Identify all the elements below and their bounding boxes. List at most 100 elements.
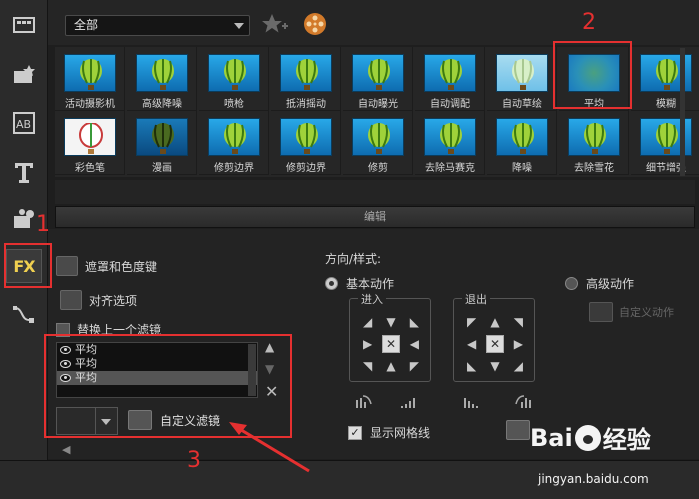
instant-project-icon[interactable] bbox=[6, 58, 42, 92]
filter-thumbnail bbox=[136, 54, 188, 92]
filter-tile[interactable]: 细节增强 bbox=[631, 111, 699, 175]
transition-icon[interactable]: AB bbox=[6, 106, 42, 140]
filter-list-scrollbar[interactable] bbox=[248, 344, 256, 396]
add-to-favorites-icon[interactable] bbox=[261, 12, 289, 38]
replace-checkbox[interactable] bbox=[56, 322, 70, 337]
filter-tile[interactable]: 去除雪花 bbox=[559, 111, 629, 175]
library-scrollbar[interactable] bbox=[680, 48, 685, 176]
filter-tile[interactable]: 去除马赛克 bbox=[415, 111, 485, 175]
eye-icon[interactable] bbox=[60, 360, 71, 368]
custom-motion-button[interactable]: 自定义动作 bbox=[589, 302, 674, 322]
filter-tile[interactable]: 修剪 bbox=[343, 111, 413, 175]
filter-tile[interactable]: 喷枪 bbox=[199, 47, 269, 111]
arrow-down-icon[interactable]: ▼ bbox=[384, 315, 398, 329]
filter-tile[interactable]: 修剪边界 bbox=[271, 111, 341, 175]
filter-tile[interactable]: 抵消摇动 bbox=[271, 47, 341, 111]
arrow-up-right-icon[interactable]: ◥ bbox=[511, 315, 525, 329]
filter-tile[interactable]: 活动摄影机 bbox=[55, 47, 125, 111]
path-icon[interactable] bbox=[6, 298, 42, 332]
arrow-right-icon[interactable]: ▶ bbox=[511, 337, 525, 351]
eye-icon[interactable] bbox=[60, 346, 71, 354]
scroll-left-icon[interactable]: ◀ bbox=[62, 443, 70, 456]
eye-icon[interactable] bbox=[60, 374, 71, 382]
exit-direction-group: 退出 ◤ ▲ ◥ ◀ ✕ ▶ ◣ ▼ ◢ bbox=[453, 291, 535, 382]
filter-tile[interactable]: 模糊 bbox=[631, 47, 699, 111]
arrow-left-icon[interactable]: ◀ bbox=[465, 337, 479, 351]
show-grid-lines-option[interactable]: ✓ 显示网格线 bbox=[348, 424, 430, 441]
basic-motion-radio[interactable]: 基本动作 bbox=[325, 275, 394, 292]
arrow-down-right-icon[interactable]: ◢ bbox=[361, 315, 375, 329]
radio-unchecked-icon bbox=[565, 277, 578, 290]
filter-tile[interactable]: 彩色笔 bbox=[55, 111, 125, 175]
filter-tile[interactable]: 修剪边界 bbox=[199, 111, 269, 175]
exit-label: 退出 bbox=[462, 291, 490, 307]
arrow-up-left-icon[interactable]: ◤ bbox=[465, 315, 479, 329]
filter-tile[interactable]: 自动调配 bbox=[415, 47, 485, 111]
arrow-up-left-icon[interactable]: ◤ bbox=[407, 359, 421, 373]
filter-label: 漫画 bbox=[152, 163, 172, 174]
ease-in-icon[interactable] bbox=[355, 394, 375, 413]
filter-label: 去除马赛克 bbox=[425, 163, 475, 174]
film-reel-icon[interactable] bbox=[303, 12, 327, 36]
filter-label: 彩色笔 bbox=[75, 163, 105, 174]
filter-tile[interactable]: 平均 bbox=[559, 47, 629, 111]
list-item[interactable]: 平均 bbox=[57, 357, 257, 371]
move-down-icon[interactable]: ▼ bbox=[265, 362, 274, 376]
align-label: 对齐选项 bbox=[89, 293, 138, 308]
arrow-down-icon[interactable]: ▼ bbox=[488, 359, 502, 373]
ease-out-bars-icon[interactable] bbox=[399, 394, 419, 413]
move-up-icon[interactable]: ▲ bbox=[265, 340, 274, 354]
arrow-up-icon[interactable]: ▲ bbox=[384, 359, 398, 373]
advanced-motion-radio[interactable]: 高级动作 bbox=[565, 275, 634, 292]
ease-out-icon[interactable] bbox=[512, 394, 532, 413]
center-cross-icon[interactable]: ✕ bbox=[485, 335, 504, 353]
replace-last-filter-option[interactable]: 替换上一个滤镜 bbox=[56, 321, 161, 338]
center-cross-icon[interactable]: ✕ bbox=[381, 335, 400, 353]
filter-tile[interactable]: 自动草绘 bbox=[487, 47, 557, 111]
replace-label: 替换上一个滤镜 bbox=[77, 323, 162, 337]
arrow-right-icon[interactable]: ▶ bbox=[361, 337, 375, 351]
filter-fx-icon[interactable]: FX bbox=[6, 249, 42, 283]
ease-bars-icon[interactable] bbox=[462, 394, 482, 413]
list-item-selected[interactable]: 平均 bbox=[57, 371, 257, 385]
custom-filter-icon bbox=[128, 410, 152, 430]
filter-thumbnail bbox=[280, 54, 332, 92]
filter-thumbnail bbox=[496, 54, 548, 92]
edit-panel-header[interactable]: 编辑 bbox=[55, 206, 695, 228]
arrow-down-left-icon[interactable]: ◣ bbox=[407, 315, 421, 329]
filter-thumbnail bbox=[568, 54, 620, 92]
mask-chroma-key-option[interactable]: 遮罩和色度键 bbox=[56, 256, 157, 276]
custom-motion-icon bbox=[589, 302, 613, 322]
arrow-down-left-icon[interactable]: ◣ bbox=[465, 359, 479, 373]
filter-thumbnail bbox=[352, 118, 404, 156]
media-icon[interactable] bbox=[6, 8, 42, 42]
filter-tile[interactable]: 高级降噪 bbox=[127, 47, 197, 111]
filter-tile[interactable]: 漫画 bbox=[127, 111, 197, 175]
basic-motion-label: 基本动作 bbox=[346, 277, 395, 291]
preset-dropdown[interactable] bbox=[56, 407, 118, 435]
grid-lines-label: 显示网格线 bbox=[370, 426, 431, 440]
grid-lines-checkbox[interactable]: ✓ bbox=[348, 425, 362, 440]
arrow-up-right-icon[interactable]: ◥ bbox=[361, 359, 375, 373]
library-toolbar: 全部 bbox=[48, 0, 699, 45]
filter-name: 平均 bbox=[75, 371, 97, 384]
filter-thumbnail bbox=[136, 118, 188, 156]
delete-icon[interactable]: ✕ bbox=[265, 382, 278, 401]
filter-thumbnail bbox=[64, 54, 116, 92]
filter-thumbnail bbox=[424, 118, 476, 156]
arrow-down-right-icon[interactable]: ◢ bbox=[511, 359, 525, 373]
arrow-up-icon[interactable]: ▲ bbox=[488, 315, 502, 329]
grid-settings-icon[interactable] bbox=[506, 420, 530, 440]
edit-header-label: 编辑 bbox=[364, 210, 386, 223]
list-item[interactable]: 平均 bbox=[57, 343, 257, 357]
arrow-left-icon[interactable]: ◀ bbox=[407, 337, 421, 351]
alignment-option[interactable]: 对齐选项 bbox=[60, 290, 137, 310]
custom-filter-button[interactable]: 自定义滤镜 bbox=[128, 410, 220, 430]
category-dropdown[interactable]: 全部 bbox=[65, 15, 250, 36]
filter-tile[interactable]: 降噪 bbox=[487, 111, 557, 175]
filter-name: 平均 bbox=[75, 343, 97, 356]
title-icon[interactable] bbox=[6, 155, 42, 189]
filter-tile[interactable]: 自动曝光 bbox=[343, 47, 413, 111]
applied-filter-list[interactable]: 平均 平均 平均 bbox=[56, 342, 258, 398]
filter-thumbnail bbox=[208, 54, 260, 92]
